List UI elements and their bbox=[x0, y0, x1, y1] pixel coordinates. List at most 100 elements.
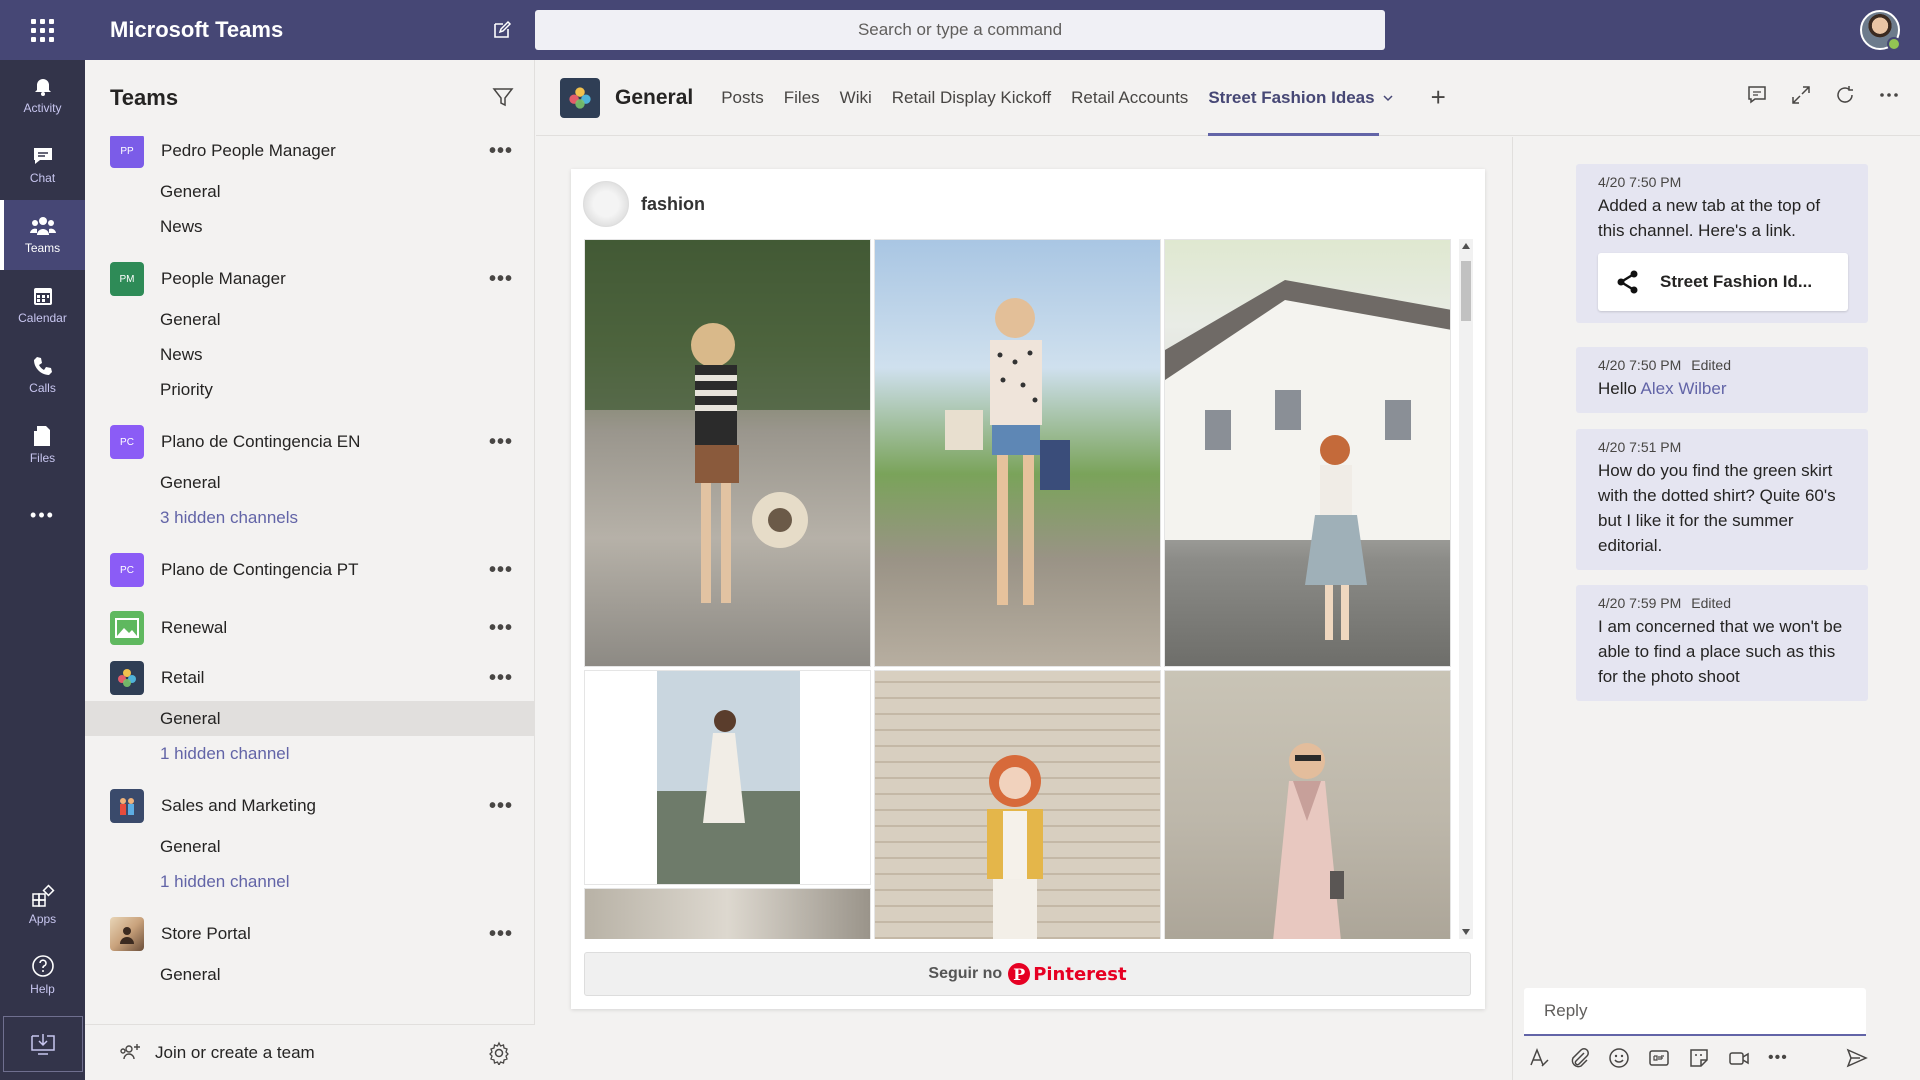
team-avatar bbox=[110, 661, 144, 695]
rail-item-activity[interactable]: Activity bbox=[0, 60, 85, 130]
pin-image[interactable] bbox=[584, 888, 871, 939]
fashion-photo-woman-brick-wall bbox=[987, 755, 1043, 939]
more-options-icon[interactable]: ••• bbox=[489, 795, 513, 818]
channel-item[interactable]: General bbox=[85, 957, 535, 992]
more-options-icon[interactable]: ••• bbox=[1768, 1049, 1788, 1067]
channel-item[interactable]: News bbox=[85, 209, 535, 244]
message-item[interactable]: 4/20 7:59 PM Edited I am concerned that w… bbox=[1576, 585, 1868, 701]
add-tab-button[interactable]: + bbox=[1431, 82, 1446, 113]
rail-item-help[interactable]: Help bbox=[0, 940, 85, 1010]
rail-more-button[interactable]: ••• bbox=[0, 480, 85, 550]
rail-item-calls[interactable]: Calls bbox=[0, 340, 85, 410]
team-item-plano-de-contingencia-en[interactable]: PC Plano de Contingencia EN ••• bbox=[85, 419, 535, 465]
channel-item[interactable]: General bbox=[85, 302, 535, 337]
pin-image[interactable] bbox=[584, 239, 871, 667]
meet-now-icon[interactable] bbox=[1728, 1047, 1750, 1069]
tab-retail-display-kickoff[interactable]: Retail Display Kickoff bbox=[892, 60, 1051, 136]
scroll-thumb[interactable] bbox=[1461, 261, 1471, 321]
message-meta: 4/20 7:50 PM bbox=[1598, 174, 1846, 190]
tab-wiki[interactable]: Wiki bbox=[840, 60, 872, 136]
channel-item-selected[interactable]: General bbox=[85, 701, 535, 736]
app-launcher-button[interactable] bbox=[0, 0, 85, 60]
hidden-channels-link[interactable]: 1 hidden channel bbox=[85, 736, 535, 771]
user-avatar[interactable] bbox=[1860, 10, 1901, 51]
pin-image[interactable] bbox=[874, 670, 1161, 939]
team-item-store-portal[interactable]: Store Portal ••• bbox=[85, 911, 535, 957]
tab-posts[interactable]: Posts bbox=[721, 60, 764, 136]
format-icon[interactable] bbox=[1528, 1047, 1550, 1069]
more-options-icon[interactable]: ••• bbox=[489, 559, 513, 582]
send-icon[interactable] bbox=[1846, 1047, 1868, 1069]
pin-image[interactable] bbox=[1164, 670, 1451, 939]
pin-image[interactable] bbox=[874, 239, 1161, 667]
channel-item[interactable]: General bbox=[85, 829, 535, 864]
join-create-team-label: Join or create a team bbox=[155, 1042, 315, 1062]
message-item[interactable]: 4/20 7:51 PM How do you find the green s… bbox=[1576, 429, 1868, 570]
attach-icon[interactable] bbox=[1568, 1047, 1590, 1069]
edited-label: Edited bbox=[1691, 357, 1731, 373]
gif-icon[interactable] bbox=[1648, 1047, 1670, 1069]
expand-icon[interactable] bbox=[1790, 84, 1812, 106]
more-options-icon[interactable]: ••• bbox=[489, 923, 513, 946]
rail-item-label: Apps bbox=[28, 912, 57, 926]
more-options-icon[interactable]: ••• bbox=[489, 268, 513, 291]
scroll-up-icon[interactable] bbox=[1462, 243, 1470, 249]
more-options-icon[interactable]: ••• bbox=[489, 431, 513, 454]
team-item-plano-de-contingencia-pt[interactable]: PC Plano de Contingencia PT ••• bbox=[85, 547, 535, 593]
join-create-team-button[interactable]: Join or create a team bbox=[85, 1024, 535, 1080]
more-options-icon[interactable]: ••• bbox=[489, 140, 513, 163]
channel-item[interactable]: General bbox=[85, 465, 535, 500]
fashion-photo-woman-stone-wall bbox=[585, 240, 870, 603]
pin-grid-scrollbar[interactable] bbox=[1459, 239, 1473, 939]
filter-icon[interactable] bbox=[492, 86, 514, 108]
user-mention[interactable]: Alex Wilber bbox=[1641, 379, 1727, 398]
pinterest-user-avatar[interactable] bbox=[583, 181, 629, 227]
search-input[interactable]: Search or type a command bbox=[535, 10, 1385, 50]
rail-item-teams[interactable]: Teams bbox=[0, 200, 85, 270]
pinterest-username[interactable]: fashion bbox=[641, 194, 705, 215]
team-name: Retail bbox=[161, 668, 205, 687]
rail-item-apps[interactable]: Apps bbox=[0, 870, 85, 940]
channel-item[interactable]: Priority bbox=[85, 372, 535, 407]
message-item[interactable]: 4/20 7:50 PM Edited Hello Alex Wilber bbox=[1576, 347, 1868, 413]
reply-input[interactable]: Reply bbox=[1524, 988, 1866, 1036]
more-options-icon[interactable]: ••• bbox=[489, 617, 513, 640]
conversation-icon[interactable] bbox=[1746, 84, 1768, 106]
follow-on-pinterest-button[interactable]: Seguir no P Pinterest bbox=[584, 952, 1471, 996]
fashion-photo-woman-white-dress bbox=[657, 671, 800, 884]
download-app-button[interactable] bbox=[2, 1016, 83, 1072]
sticker-icon[interactable] bbox=[1688, 1047, 1710, 1069]
refresh-icon[interactable] bbox=[1834, 84, 1856, 106]
rail-item-calendar[interactable]: Calendar bbox=[0, 270, 85, 340]
gear-icon[interactable] bbox=[487, 1041, 511, 1065]
hidden-channels-link[interactable]: 1 hidden channel bbox=[85, 864, 535, 899]
channel-item[interactable]: General bbox=[85, 174, 535, 209]
teams-icon bbox=[29, 217, 56, 235]
rail-item-chat[interactable]: Chat bbox=[0, 130, 85, 200]
hidden-channels-link[interactable]: 3 hidden channels bbox=[85, 500, 535, 535]
follow-label: Seguir no bbox=[928, 965, 1003, 982]
pin-image[interactable] bbox=[584, 670, 871, 885]
tab-street-fashion-ideas[interactable]: Street Fashion Ideas bbox=[1208, 60, 1394, 136]
scroll-down-icon[interactable] bbox=[1462, 929, 1470, 935]
team-item-sales-and-marketing[interactable]: Sales and Marketing ••• bbox=[85, 783, 535, 829]
rail-item-files[interactable]: Files bbox=[0, 410, 85, 480]
team-item-retail[interactable]: Retail ••• bbox=[85, 655, 535, 701]
team-item-renewal[interactable]: Renewal ••• bbox=[85, 605, 535, 651]
chevron-down-icon[interactable] bbox=[1381, 91, 1395, 105]
tab-link-card[interactable]: Street Fashion Id... bbox=[1598, 253, 1848, 311]
pinterest-board-header[interactable]: fashion bbox=[571, 169, 1485, 239]
team-item-pedro-people-manager[interactable]: PP Pedro People Manager ••• bbox=[85, 136, 535, 174]
tab-files[interactable]: Files bbox=[784, 60, 820, 136]
message-item[interactable]: 4/20 7:50 PM Added a new tab at the top … bbox=[1576, 164, 1868, 323]
more-options-icon[interactable] bbox=[1878, 84, 1900, 106]
more-options-icon[interactable]: ••• bbox=[489, 667, 513, 690]
pin-image[interactable] bbox=[1164, 239, 1451, 667]
new-chat-button[interactable] bbox=[480, 8, 524, 52]
emoji-icon[interactable] bbox=[1608, 1047, 1630, 1069]
team-item-people-manager[interactable]: PM People Manager ••• bbox=[85, 256, 535, 302]
tab-retail-accounts[interactable]: Retail Accounts bbox=[1071, 60, 1188, 136]
people-image-icon bbox=[120, 798, 134, 815]
channel-item[interactable]: News bbox=[85, 337, 535, 372]
more-apps-icon: ••• bbox=[30, 504, 55, 525]
